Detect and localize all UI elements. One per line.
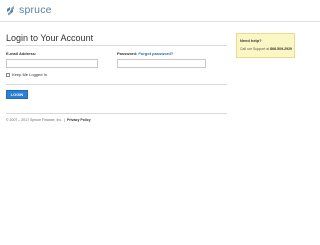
page-title: Login to Your Account xyxy=(6,33,94,43)
form-divider xyxy=(6,84,227,85)
help-text-prefix: Call our Support at xyxy=(240,47,270,51)
help-box: Need help? Call our Support at 866-509-2… xyxy=(236,33,295,58)
remember-me-label: Keep Me Logged In xyxy=(12,72,47,77)
email-label: E-mail Address: xyxy=(6,51,37,56)
password-field[interactable] xyxy=(117,59,206,68)
email-field[interactable] xyxy=(6,59,98,68)
remember-me-row[interactable]: Keep Me Logged In xyxy=(6,72,47,77)
spruce-logo[interactable]: spruce xyxy=(6,5,52,16)
privacy-policy-link[interactable]: Privacy Policy xyxy=(67,118,91,122)
footer-separator: | xyxy=(64,118,65,122)
help-text: Call our Support at 866-509-2929 xyxy=(240,47,292,51)
support-phone: 866-509-2929 xyxy=(270,47,292,51)
site-header: spruce xyxy=(0,0,320,22)
title-divider xyxy=(6,45,227,46)
login-button[interactable]: LOGIN xyxy=(6,90,28,99)
footer-divider xyxy=(6,113,227,114)
password-label: Password: xyxy=(117,51,138,56)
copyright-text: © 2007 – 2017 Spruce Finance, Inc. xyxy=(6,118,63,122)
footer: © 2007 – 2017 Spruce Finance, Inc. | Pri… xyxy=(6,118,91,122)
password-label-row: Password: Forgot password? xyxy=(117,51,173,56)
forgot-password-link[interactable]: Forgot password? xyxy=(138,51,173,56)
help-title: Need help? xyxy=(240,38,262,43)
brand-name: spruce xyxy=(19,4,52,16)
spruce-logo-icon xyxy=(7,5,14,15)
remember-me-checkbox[interactable] xyxy=(6,72,10,77)
